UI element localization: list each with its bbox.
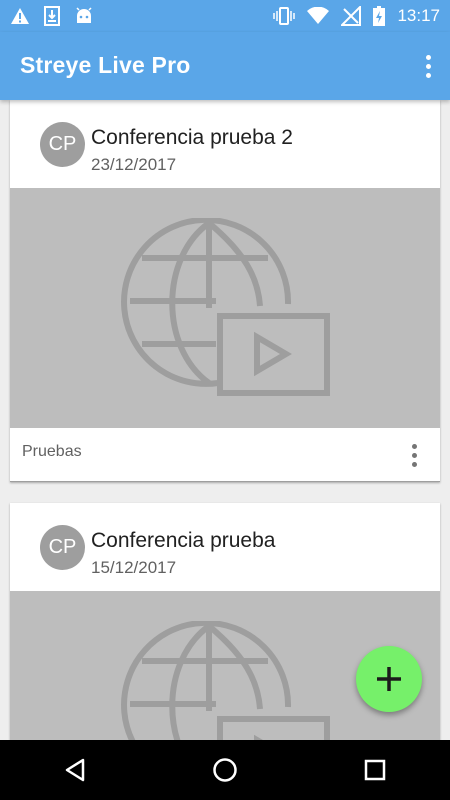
back-icon — [65, 758, 85, 782]
more-vert-icon[interactable] — [402, 440, 426, 470]
conference-card[interactable]: CP Conferencia prueba 2 23/12/2017 Prueb… — [10, 100, 440, 482]
no-signal-icon — [341, 6, 362, 26]
card-header: CP Conferencia prueba 15/12/2017 — [10, 503, 440, 591]
card-date: 15/12/2017 — [91, 558, 177, 577]
app-title: Streye Live Pro — [20, 52, 191, 78]
android-icon — [74, 7, 94, 25]
battery-charging-icon — [373, 6, 386, 26]
globe-video-icon — [121, 621, 330, 740]
app-bar: Streye Live Pro — [0, 32, 450, 100]
conference-list[interactable]: CP Conferencia prueba 2 23/12/2017 Prueb… — [0, 100, 450, 740]
globe-video-icon — [121, 218, 330, 396]
avatar: CP — [40, 122, 85, 167]
wifi-icon — [307, 7, 330, 25]
download-icon — [44, 6, 60, 26]
card-title: Conferencia prueba — [91, 529, 276, 552]
card-category: Pruebas — [22, 443, 82, 460]
plus-icon — [377, 667, 401, 691]
recents-button[interactable] — [345, 740, 405, 800]
card-date: 23/12/2017 — [91, 155, 177, 174]
card-title: Conferencia prueba 2 — [91, 126, 293, 149]
back-button[interactable] — [45, 740, 105, 800]
recents-icon — [364, 759, 386, 781]
add-conference-button[interactable] — [356, 646, 422, 712]
navigation-bar — [0, 740, 450, 800]
home-button[interactable] — [195, 740, 255, 800]
avatar: CP — [40, 525, 85, 570]
vibrate-icon — [273, 6, 296, 26]
clock: 13:17 — [397, 6, 440, 25]
home-icon — [213, 758, 237, 782]
card-media[interactable] — [10, 188, 440, 428]
warning-icon — [10, 7, 30, 25]
card-footer: Pruebas — [10, 428, 440, 482]
card-header: CP Conferencia prueba 2 23/12/2017 — [10, 100, 440, 188]
status-bar: 13:17 — [0, 0, 450, 32]
more-vert-icon[interactable] — [416, 46, 440, 86]
